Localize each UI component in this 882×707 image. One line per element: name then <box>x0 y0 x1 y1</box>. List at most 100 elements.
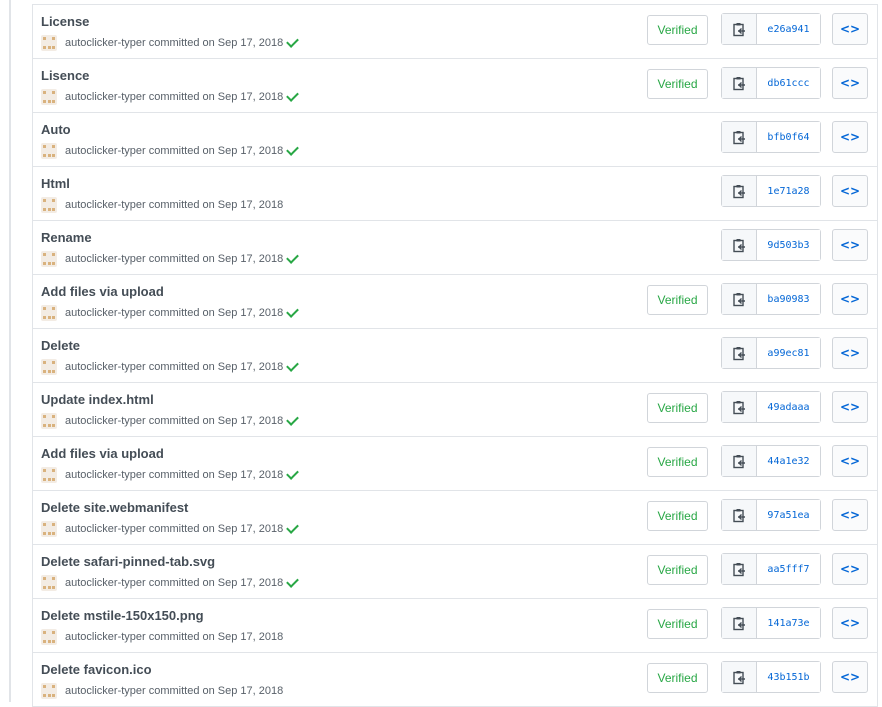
author-avatar[interactable] <box>41 197 57 213</box>
copy-sha-button[interactable] <box>722 284 757 314</box>
author-avatar[interactable] <box>41 413 57 429</box>
commit-title[interactable]: Update index.html <box>41 392 154 407</box>
commit-sha-link[interactable]: 97a51ea <box>757 500 820 530</box>
clipboard-icon <box>733 292 745 306</box>
commit-title[interactable]: Lisence <box>41 68 89 83</box>
commit-author[interactable]: autoclicker-typer <box>65 91 146 103</box>
browse-repo-button[interactable]: <> <box>832 175 868 207</box>
verified-badge[interactable]: Verified <box>647 555 708 585</box>
commit-sha-link[interactable]: 1e71a28 <box>757 176 820 206</box>
browse-repo-button[interactable]: <> <box>832 553 868 585</box>
commit-row: Add files via upload autoclicker-typer c… <box>33 437 877 491</box>
copy-sha-button[interactable] <box>722 68 757 98</box>
commit-title[interactable]: License <box>41 14 89 29</box>
check-icon <box>286 575 300 588</box>
commit-title[interactable]: Html <box>41 176 70 191</box>
commit-sha-link[interactable]: a99ec81 <box>757 338 820 368</box>
commit-author[interactable]: autoclicker-typer <box>65 145 146 157</box>
clipboard-icon <box>733 454 745 468</box>
author-avatar[interactable] <box>41 575 57 591</box>
copy-sha-button[interactable] <box>722 662 757 692</box>
browse-repo-button[interactable]: <> <box>832 607 868 639</box>
commit-title[interactable]: Add files via upload <box>41 284 164 299</box>
browse-repo-button[interactable]: <> <box>832 445 868 477</box>
commit-author[interactable]: autoclicker-typer <box>65 199 146 211</box>
verified-badge[interactable]: Verified <box>647 663 708 693</box>
verified-badge[interactable]: Verified <box>647 15 708 45</box>
browse-repo-button[interactable]: <> <box>832 13 868 45</box>
code-icon: <> <box>839 346 861 360</box>
copy-sha-button[interactable] <box>722 122 757 152</box>
copy-sha-button[interactable] <box>722 392 757 422</box>
copy-sha-button[interactable] <box>722 338 757 368</box>
author-avatar[interactable] <box>41 89 57 105</box>
copy-sha-button[interactable] <box>722 608 757 638</box>
copy-sha-button[interactable] <box>722 446 757 476</box>
browse-repo-button[interactable]: <> <box>832 283 868 315</box>
author-avatar[interactable] <box>41 629 57 645</box>
commit-sha-link[interactable]: 9d503b3 <box>757 230 820 260</box>
commit-author[interactable]: autoclicker-typer <box>65 523 146 535</box>
verified-badge[interactable]: Verified <box>647 285 708 315</box>
commit-author[interactable]: autoclicker-typer <box>65 577 146 589</box>
commit-author[interactable]: autoclicker-typer <box>65 307 146 319</box>
copy-sha-button[interactable] <box>722 554 757 584</box>
author-avatar[interactable] <box>41 305 57 321</box>
browse-repo-button[interactable]: <> <box>832 391 868 423</box>
commit-sha-link[interactable]: 44a1e32 <box>757 446 820 476</box>
commit-row: Rename autoclicker-typer committed on Se… <box>33 221 877 275</box>
commit-title[interactable]: Rename <box>41 230 92 245</box>
commit-title[interactable]: Delete <box>41 338 80 353</box>
commit-sha-link[interactable]: aa5fff7 <box>757 554 820 584</box>
browse-repo-button[interactable]: <> <box>832 337 868 369</box>
author-avatar[interactable] <box>41 359 57 375</box>
commit-title[interactable]: Delete mstile-150x150.png <box>41 608 204 623</box>
author-avatar[interactable] <box>41 467 57 483</box>
commit-title[interactable]: Delete safari-pinned-tab.svg <box>41 554 215 569</box>
author-avatar[interactable] <box>41 683 57 699</box>
copy-sha-button[interactable] <box>722 500 757 530</box>
commit-sha-link[interactable]: e26a941 <box>757 14 820 44</box>
clipboard-icon <box>733 616 745 630</box>
browse-repo-button[interactable]: <> <box>832 121 868 153</box>
commit-title[interactable]: Auto <box>41 122 71 137</box>
commit-author[interactable]: autoclicker-typer <box>65 37 146 49</box>
verified-badge[interactable]: Verified <box>647 393 708 423</box>
commit-sha-link[interactable]: 43b151b <box>757 662 820 692</box>
commit-sha-link[interactable]: ba90983 <box>757 284 820 314</box>
author-avatar[interactable] <box>41 143 57 159</box>
copy-sha-button[interactable] <box>722 14 757 44</box>
commit-sha-link[interactable]: 49adaaa <box>757 392 820 422</box>
copy-sha-button[interactable] <box>722 176 757 206</box>
sha-button-group: bfb0f64 <box>721 121 821 153</box>
verified-badge[interactable]: Verified <box>647 69 708 99</box>
commit-row: Delete favicon.ico autoclicker-typer com… <box>33 653 877 707</box>
commit-row: Update index.html autoclicker-typer comm… <box>33 383 877 437</box>
verified-badge[interactable]: Verified <box>647 501 708 531</box>
commit-author[interactable]: autoclicker-typer <box>65 253 146 265</box>
commit-title[interactable]: Delete favicon.ico <box>41 662 152 677</box>
verified-badge[interactable]: Verified <box>647 609 708 639</box>
commit-author[interactable]: autoclicker-typer <box>65 685 146 697</box>
commit-sha-link[interactable]: db61ccc <box>757 68 820 98</box>
commit-author[interactable]: autoclicker-typer <box>65 361 146 373</box>
browse-repo-button[interactable]: <> <box>832 499 868 531</box>
commit-author[interactable]: autoclicker-typer <box>65 415 146 427</box>
browse-repo-button[interactable]: <> <box>832 67 868 99</box>
code-icon: <> <box>839 670 861 684</box>
commit-author[interactable]: autoclicker-typer <box>65 469 146 481</box>
commit-sha-link[interactable]: 141a73e <box>757 608 820 638</box>
commit-title[interactable]: Add files via upload <box>41 446 164 461</box>
author-avatar[interactable] <box>41 251 57 267</box>
copy-sha-button[interactable] <box>722 230 757 260</box>
author-avatar[interactable] <box>41 35 57 51</box>
clipboard-icon <box>733 562 745 576</box>
commit-sha-link[interactable]: bfb0f64 <box>757 122 820 152</box>
verified-badge[interactable]: Verified <box>647 447 708 477</box>
commit-title[interactable]: Delete site.webmanifest <box>41 500 188 515</box>
browse-repo-button[interactable]: <> <box>832 229 868 261</box>
browse-repo-button[interactable]: <> <box>832 661 868 693</box>
commit-author[interactable]: autoclicker-typer <box>65 631 146 643</box>
commit-date: committed on Sep 17, 2018 <box>148 469 284 481</box>
author-avatar[interactable] <box>41 521 57 537</box>
